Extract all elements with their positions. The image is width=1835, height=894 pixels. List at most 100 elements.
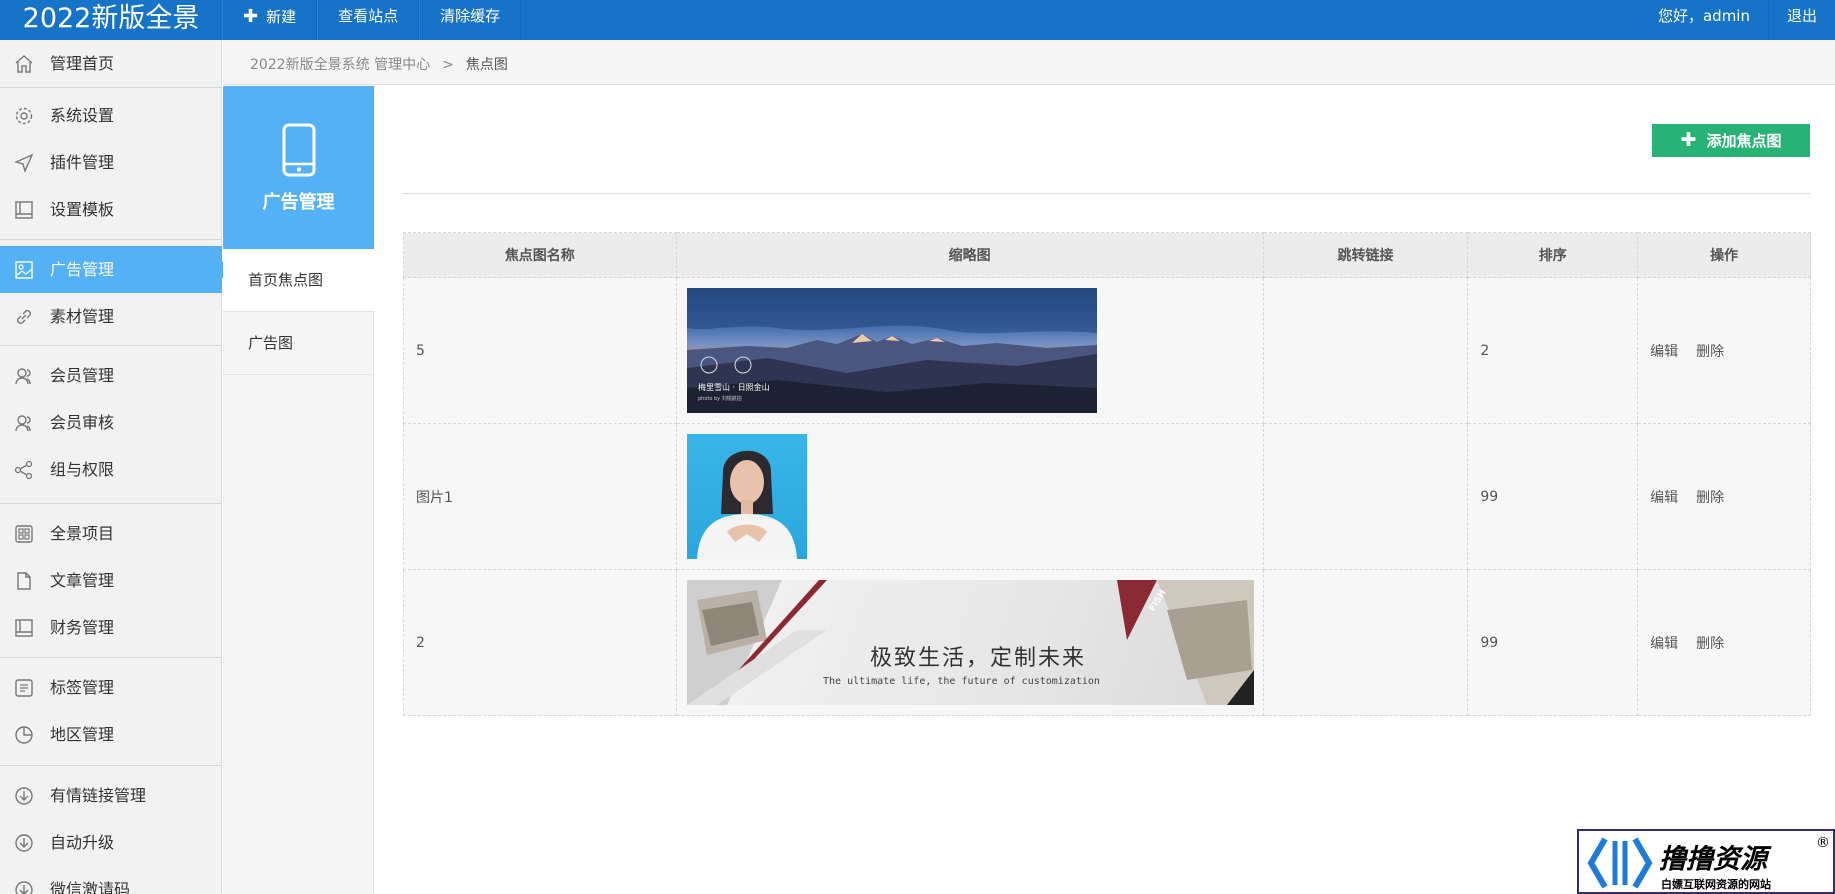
- cell-name: 2: [403, 569, 677, 716]
- delete-link[interactable]: 删除: [1696, 490, 1724, 506]
- sidebar-divider: [0, 765, 222, 766]
- send-icon: [14, 153, 34, 173]
- sidebar-item-members[interactable]: 会员管理: [0, 352, 222, 399]
- thumbnail-person[interactable]: [686, 434, 807, 559]
- cell-actions: 编辑 删除: [1637, 277, 1811, 424]
- logout-button[interactable]: 退出: [1767, 0, 1835, 40]
- sidebar-item-home[interactable]: 管理首页: [0, 40, 222, 87]
- delete-link[interactable]: 删除: [1696, 636, 1724, 652]
- sidebar-divider: [0, 503, 222, 504]
- edit-link[interactable]: 编辑: [1650, 344, 1678, 360]
- sidebar-item-label: 插件管理: [50, 153, 115, 172]
- sub-sidebar-header: 广告管理: [223, 86, 374, 249]
- thumbnail-banner[interactable]: FISH 极致生活，定制未来 The ultimate life, the fu…: [686, 580, 1254, 705]
- sub-sidebar: 广告管理 首页焦点图 广告图: [223, 86, 375, 894]
- sidebar-item-friend-links[interactable]: 有情链接管理: [0, 772, 222, 819]
- sidebar-item-materials[interactable]: 素材管理: [0, 293, 222, 340]
- sidebar-item-finance[interactable]: 财务管理: [0, 604, 222, 651]
- sidebar-item-member-review[interactable]: 会员审核: [0, 399, 222, 446]
- watermark-title: 撸撸资源: [1659, 844, 1767, 875]
- person-image: [696, 450, 797, 559]
- sidebar-item-label: 地区管理: [50, 725, 115, 744]
- sidebar-item-label: 文章管理: [50, 571, 115, 590]
- table-row: 2 FISH 极致生活，定制未来 The ultimate life, the …: [403, 569, 1811, 716]
- sidebar-item-ads[interactable]: 广告管理: [0, 246, 231, 293]
- cell-link: [1262, 569, 1469, 716]
- cell-thumbnail: [675, 423, 1264, 570]
- sidebar-item-label: 素材管理: [50, 307, 115, 326]
- sidebar-divider: [0, 345, 222, 346]
- brand-title[interactable]: 2022新版全景: [0, 0, 222, 40]
- sidebar-item-tags[interactable]: 标签管理: [0, 664, 222, 711]
- pie-icon: [15, 726, 33, 744]
- column-header-name: 焦点图名称: [403, 232, 677, 278]
- cell-thumbnail: 梅里雪山 · 日照金山 photo by 刘锐航拍: [675, 277, 1264, 424]
- plus-icon: ✚: [1680, 129, 1697, 151]
- users-icon: [15, 368, 31, 385]
- cell-sort: 99: [1467, 569, 1639, 716]
- banner-tagline: The ultimate life, the future of customi…: [823, 676, 1100, 687]
- download-icon: [15, 834, 33, 852]
- column-header-sort: 排序: [1467, 232, 1639, 278]
- table-row: 图片1 99 编辑 删除: [403, 423, 1811, 570]
- image-icon: [15, 261, 33, 279]
- new-button[interactable]: ✚ 新建: [222, 0, 318, 40]
- delete-link[interactable]: 删除: [1696, 344, 1724, 360]
- mountain-image: 梅里雪山 · 日照金山 photo by 刘锐航拍: [686, 288, 1097, 413]
- cell-link: [1262, 277, 1469, 424]
- subnav-item-home-focus[interactable]: 首页焦点图: [223, 249, 375, 312]
- cell-name: 图片1: [403, 423, 677, 570]
- sidebar-divider: [0, 87, 222, 88]
- sidebar-item-label: 广告管理: [50, 260, 115, 279]
- sidebar-item-label: 会员管理: [50, 366, 115, 385]
- sidebar-item-wechat-invite[interactable]: 微信激请码: [0, 866, 222, 894]
- subnav-item-ad-images[interactable]: 广告图: [223, 312, 374, 375]
- breadcrumb-root[interactable]: 2022新版全景系统 管理中心: [250, 57, 430, 73]
- breadcrumb-bar: 2022新版全景系统 管理中心 > 焦点图: [223, 40, 1835, 85]
- sidebar: 管理首页 系统设置 插件管理 设置模板 广告管理 素材管理 会员管理 会员审核 …: [0, 40, 231, 894]
- cell-link: [1262, 423, 1469, 570]
- grid-icon: [15, 525, 33, 543]
- edit-link[interactable]: 编辑: [1650, 490, 1678, 506]
- thumbnail-caption: 梅里雪山 · 日照金山: [698, 382, 770, 392]
- sidebar-item-groups[interactable]: 组与权限: [0, 446, 222, 493]
- sidebar-item-label: 标签管理: [50, 678, 115, 697]
- edit-link[interactable]: 编辑: [1650, 636, 1678, 652]
- ledger-icon: [15, 619, 33, 637]
- sidebar-item-label: 组与权限: [50, 460, 115, 479]
- sidebar-item-label: 全景项目: [50, 524, 115, 543]
- breadcrumb: 2022新版全景系统 管理中心 > 焦点图: [250, 54, 508, 74]
- sidebar-item-articles[interactable]: 文章管理: [0, 557, 222, 604]
- watermark-subtitle: 白嫖互联网资源的网站: [1661, 878, 1771, 891]
- sidebar-item-templates[interactable]: 设置模板: [0, 186, 222, 233]
- sidebar-item-panorama[interactable]: 全景项目: [0, 510, 222, 557]
- home-icon: [15, 55, 33, 73]
- breadcrumb-current: 焦点图: [465, 57, 508, 73]
- link-icon: [17, 310, 31, 324]
- thumbnail-mountain[interactable]: 梅里雪山 · 日照金山 photo by 刘锐航拍: [686, 288, 1097, 413]
- cell-actions: 编辑 删除: [1637, 423, 1811, 570]
- top-bar: 2022新版全景 ✚ 新建 查看站点 清除缓存 您好，admin 退出: [0, 0, 1835, 40]
- watermark-registered: ®: [1816, 835, 1830, 851]
- phone-icon: [282, 123, 316, 177]
- sidebar-item-regions[interactable]: 地区管理: [0, 711, 222, 758]
- file-icon: [17, 572, 31, 590]
- user-greeting: 您好，admin: [1657, 7, 1750, 25]
- sidebar-item-label: 有情链接管理: [50, 786, 147, 805]
- sidebar-item-label: 设置模板: [50, 200, 115, 219]
- clear-cache-button[interactable]: 清除缓存: [419, 0, 522, 40]
- sidebar-item-auto-upgrade[interactable]: 自动升级: [0, 819, 222, 866]
- sidebar-item-plugins[interactable]: 插件管理: [0, 139, 222, 186]
- view-site-button[interactable]: 查看站点: [317, 0, 420, 40]
- cell-name: 5: [403, 277, 677, 424]
- download-icon: [15, 787, 33, 805]
- table-header-row: 焦点图名称 缩略图 跳转链接 排序 操作: [403, 232, 1811, 278]
- banner-headline: 极致生活，定制未来: [870, 646, 1086, 671]
- table-row: 5 梅里雪山 · 日照金山 photo by 刘锐航拍 2 编辑 删除: [403, 277, 1811, 424]
- watermark-logo: 撸撸资源 ® 白嫖互联网资源的网站: [1577, 829, 1835, 894]
- column-header-link: 跳转链接: [1262, 232, 1469, 278]
- focus-image-table: 焦点图名称 缩略图 跳转链接 排序 操作 5 梅里雪山 · 日照金山 photo…: [403, 232, 1811, 716]
- thumbnail-credit: photo by 刘锐航拍: [698, 395, 742, 402]
- add-focus-image-button[interactable]: ✚ 添加焦点图: [1652, 124, 1810, 157]
- sidebar-item-system-settings[interactable]: 系统设置: [0, 92, 222, 139]
